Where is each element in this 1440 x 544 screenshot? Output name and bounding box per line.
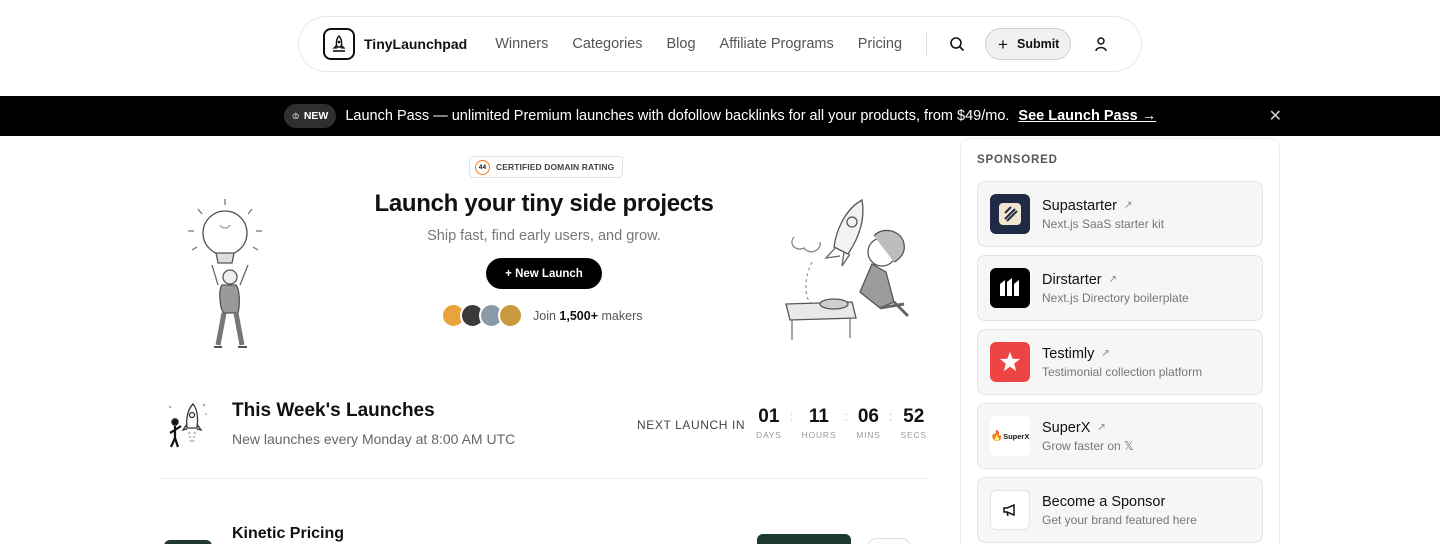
sponsor-card-dirstarter[interactable]: Dirstarter ↗ Next.js Directory boilerplat… (977, 255, 1263, 321)
user-icon[interactable] (1085, 28, 1117, 60)
sponsor-description: Grow faster on 𝕏 (1042, 438, 1134, 453)
countdown-hours: 11 HOURS (802, 406, 837, 440)
external-link-icon: ↗ (1097, 422, 1106, 433)
makers-prefix: Join (533, 308, 556, 323)
hero-title: Launch your tiny side projects (374, 190, 714, 217)
week-launches-title: This Week's Launches (232, 400, 435, 421)
sponsor-name: SuperX (1042, 419, 1091, 436)
countdown-days: 01 DAYS (756, 406, 782, 440)
sponsor-card-superx[interactable]: 🔥 SuperX SuperX ↗ Grow faster on 𝕏 (977, 403, 1263, 469)
sponsor-name: Become a Sponsor (1042, 493, 1166, 510)
new-badge: ♔ NEW (283, 104, 337, 128)
product-screenshot[interactable] (757, 534, 851, 544)
makers-suffix: makers (601, 308, 643, 323)
section-divider (160, 478, 928, 479)
sponsor-card-supastarter[interactable]: Supastarter ↗ Next.js SaaS starter kit (977, 181, 1263, 247)
countdown-mins: 06 MINS (856, 406, 880, 440)
countdown-separator: : (888, 408, 893, 424)
makers-text: Join 1,500+ makers (533, 309, 642, 323)
superx-logo: 🔥 SuperX (990, 416, 1030, 456)
crown-icon: ♔ (291, 110, 300, 121)
sponsor-name: Supastarter (1042, 197, 1117, 214)
makers-count: 1,500+ (559, 308, 599, 323)
sponsor-name: Testimly (1042, 345, 1095, 362)
megaphone-icon (990, 490, 1030, 530)
countdown-days-value: 01 (758, 406, 780, 427)
countdown-days-label: DAYS (756, 430, 782, 440)
sponsor-name: Dirstarter (1042, 271, 1102, 288)
nav-link-pricing[interactable]: Pricing (858, 36, 902, 52)
banner-text: Launch Pass — unlimited Premium launches… (345, 108, 1010, 124)
become-sponsor-card[interactable]: Become a Sponsor Get your brand featured… (977, 477, 1263, 543)
new-launch-button[interactable]: + New Launch (486, 258, 602, 289)
avatar (498, 303, 523, 328)
new-badge-label: NEW (303, 110, 329, 122)
plus-icon: + (998, 34, 1008, 54)
countdown-separator: : (844, 408, 849, 424)
rocket-launch-illustration (785, 198, 910, 340)
next-launch-label: NEXT LAUNCH IN (637, 418, 746, 432)
rocket-person-icon (168, 403, 207, 448)
product-name[interactable]: Kinetic Pricing (232, 525, 344, 543)
external-link-icon: ↗ (1123, 200, 1133, 211)
countdown-secs: 52 SECS (901, 406, 927, 440)
dirstarter-logo-icon (990, 268, 1030, 308)
external-link-icon: ↗ (1108, 274, 1118, 285)
domain-rating-value: 44 (475, 159, 490, 175)
sponsor-card-testimly[interactable]: Testimly ↗ Testimonial collection platfor… (977, 329, 1263, 395)
countdown-hours-label: HOURS (801, 430, 837, 440)
search-icon[interactable] (941, 28, 973, 60)
nav-link-winners[interactable]: Winners (495, 36, 548, 52)
submit-label: Submit (1016, 37, 1060, 51)
submit-button[interactable]: + Submit (985, 28, 1072, 60)
brand-name[interactable]: TinyLaunchpad (364, 36, 467, 52)
superx-logo-text: SuperX (1003, 431, 1030, 441)
upvote-button[interactable] (867, 538, 911, 544)
sponsored-label: SPONSORED (977, 154, 1058, 166)
promo-banner: ♔ NEW Launch Pass — unlimited Premium la… (0, 96, 1440, 136)
flame-icon: 🔥 (990, 430, 1004, 442)
sponsor-description: Testimonial collection platform (1042, 364, 1203, 379)
countdown-secs-value: 52 (903, 406, 925, 427)
see-launch-pass-link[interactable]: See Launch Pass → (1018, 108, 1156, 124)
launch-countdown: 01 DAYS : 11 HOURS : 06 MINS : 52 SECS (756, 406, 927, 440)
nav-link-categories[interactable]: Categories (572, 36, 642, 52)
product-logo[interactable] (164, 540, 212, 544)
external-link-icon: ↗ (1101, 348, 1110, 359)
nav-divider (926, 32, 928, 56)
domain-rating-badge[interactable]: 44 CERTIFIED DOMAIN RATING (469, 156, 624, 178)
top-nav: TinyLaunchpad Winners Categories Blog Af… (298, 16, 1142, 72)
week-launches-subtitle: New launches every Monday at 8:00 AM UTC (232, 431, 516, 447)
makers-row: Join 1,500+ makers (441, 303, 642, 328)
domain-rating-label: CERTIFIED DOMAIN RATING (496, 162, 615, 172)
sponsor-description: Next.js Directory boilerplate (1042, 290, 1189, 305)
countdown-separator: : (789, 408, 794, 424)
rocket-logo-icon[interactable] (323, 28, 355, 60)
close-icon[interactable]: ✕ (1269, 96, 1282, 136)
supastarter-logo-icon (990, 194, 1030, 234)
sponsor-description: Get your brand featured here (1042, 512, 1197, 527)
hero-subtitle: Ship fast, find early users, and grow. (427, 228, 661, 244)
lightbulb-person-illustration (188, 199, 262, 348)
nav-link-blog[interactable]: Blog (667, 36, 696, 52)
nav-link-affiliate-programs[interactable]: Affiliate Programs (720, 36, 834, 52)
countdown-secs-label: SECS (900, 430, 927, 440)
countdown-mins-label: MINS (856, 430, 881, 440)
sponsor-description: Next.js SaaS starter kit (1042, 216, 1165, 231)
countdown-hours-value: 11 (808, 406, 829, 427)
countdown-mins-value: 06 (857, 406, 879, 427)
testimly-logo-icon (990, 342, 1030, 382)
